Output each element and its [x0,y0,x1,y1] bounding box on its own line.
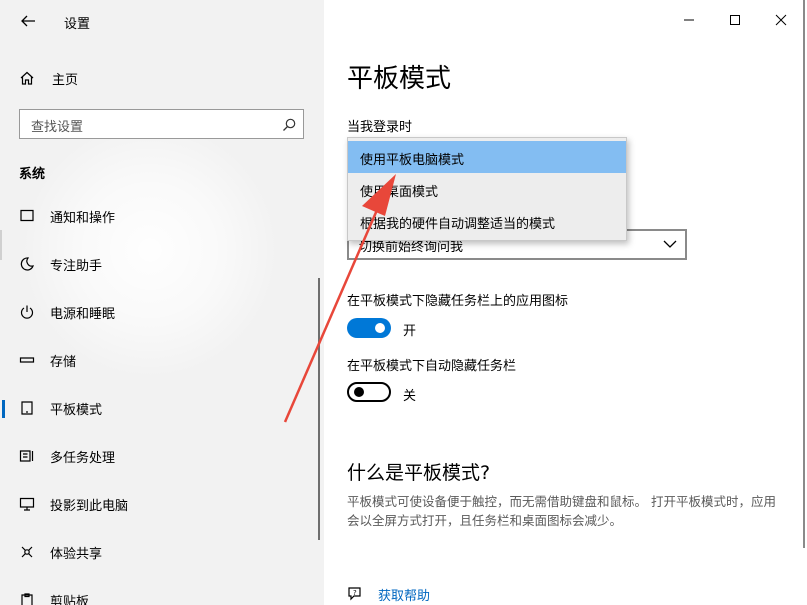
app-title: 设置 [64,17,91,32]
toggle-knob [354,387,364,397]
back-arrow-icon [21,15,35,27]
signin-label: 当我登录时 [347,120,413,135]
svg-text:?: ? [353,589,357,597]
page-title: 平板模式 [347,64,452,94]
maximize-icon [730,15,740,25]
hide-icons-state: 开 [403,324,417,339]
what-is-description: 平板模式可使设备便于触控，而无需借助键盘和鼠标。 打开平板模式时，应用会以全屏方… [347,494,776,528]
option-label: 使用桌面模式 [360,185,439,200]
sidebar-item-shared-experiences[interactable]: 体验共享 [0,532,320,572]
sidebar-item-multitasking[interactable]: 多任务处理 [0,436,320,476]
home-label: 主页 [52,72,79,88]
notification-icon [18,207,36,225]
section-title: 系统 [19,167,46,182]
dropdown-option-auto[interactable]: 根据我的硬件自动调整适当的模式 [348,205,626,237]
autohide-toggle[interactable] [347,382,391,402]
sidebar-item-label: 剪贴板 [50,595,90,605]
toggle-knob [375,323,385,333]
minimize-button[interactable] [671,6,707,34]
sidebar-scrollbar[interactable] [318,278,320,540]
sidebar-item-clipboard[interactable]: 剪贴板 [0,580,320,605]
sidebar: 设置 主页 查找设置 系统 通知和操作 专注助手 电源和睡眠 存储 平板模式 多… [0,0,324,605]
home-icon [18,69,36,87]
clipboard-icon [18,591,36,605]
autohide-state: 关 [403,389,417,404]
sidebar-item-label: 存储 [50,355,77,370]
hide-icons-label: 在平板模式下隐藏任务栏上的应用图标 [347,294,569,309]
help-chat-icon: ? [348,587,361,601]
storage-icon [18,351,36,369]
chevron-down-icon [663,240,677,248]
moon-icon [18,255,36,273]
option-label: 根据我的硬件自动调整适当的模式 [360,217,556,232]
signin-dropdown-menu: 使用平板电脑模式 使用桌面模式 根据我的硬件自动调整适当的模式 [347,137,627,241]
dropdown-option-tablet[interactable]: 使用平板电脑模式 [348,141,626,173]
option-label: 使用平板电脑模式 [360,153,465,168]
project-icon [18,495,36,513]
maximize-button[interactable] [717,6,753,34]
sidebar-item-label: 平板模式 [50,403,103,418]
main-scrollbar[interactable] [803,0,805,548]
close-button[interactable] [763,6,799,34]
sidebar-item-power-sleep[interactable]: 电源和睡眠 [0,292,320,332]
search-input[interactable]: 查找设置 [19,109,304,139]
sidebar-item-label: 体验共享 [50,547,103,562]
sidebar-item-storage[interactable]: 存储 [0,340,320,380]
sidebar-item-label: 多任务处理 [50,451,116,466]
sidebar-item-notifications[interactable]: 通知和操作 [0,196,320,236]
sidebar-item-tablet-mode[interactable]: 平板模式 [0,388,320,428]
search-icon[interactable] [281,117,297,133]
hide-icons-toggle[interactable] [347,318,391,338]
get-help-link[interactable]: 获取帮助 [378,585,430,604]
sidebar-item-focus-assist[interactable]: 专注助手 [0,244,320,284]
autohide-label: 在平板模式下自动隐藏任务栏 [347,359,517,374]
sidebar-item-project-to-pc[interactable]: 投影到此电脑 [0,484,320,524]
multitask-icon [18,447,36,465]
power-icon [18,303,36,321]
active-indicator [2,400,5,418]
close-icon [775,14,787,26]
search-placeholder: 查找设置 [31,120,84,135]
sidebar-item-label: 通知和操作 [50,211,116,226]
tablet-icon [18,399,36,417]
home-nav-item[interactable]: 主页 [18,68,78,88]
what-is-title: 什么是平板模式? [347,462,491,484]
sidebar-item-label: 投影到此电脑 [50,499,129,514]
sidebar-item-label: 专注助手 [50,259,103,274]
dropdown-option-desktop[interactable]: 使用桌面模式 [348,173,626,205]
sidebar-item-label: 电源和睡眠 [50,307,116,322]
share-icon [18,543,36,561]
minimize-icon [684,19,694,21]
back-button[interactable] [14,8,42,34]
